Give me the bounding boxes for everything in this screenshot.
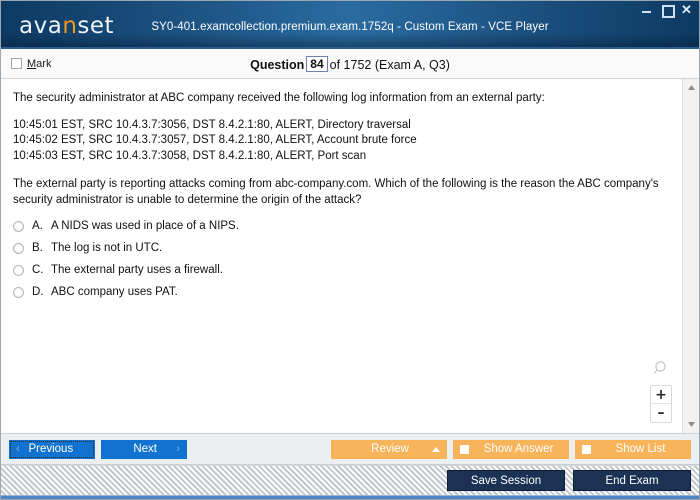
content-scrollbar[interactable] — [682, 79, 699, 433]
show-answer-square-icon — [460, 444, 469, 454]
answer-letter-a: A. — [32, 220, 43, 233]
window-controls: ✕ — [640, 3, 693, 18]
vce-player-window: avanset SY0-401.examcollection.premium.e… — [0, 0, 700, 500]
action-bar: ‹ Previous Next › Review Show Answer Sho… — [1, 434, 699, 465]
question-prompt-text: The external party is reporting attacks … — [13, 178, 659, 206]
review-button-label: Review — [371, 443, 409, 455]
review-button[interactable]: Review — [331, 439, 447, 459]
radio-button-b[interactable] — [13, 243, 24, 255]
answer-letter-b: B. — [32, 242, 43, 255]
show-answer-button[interactable]: Show Answer — [453, 439, 569, 459]
magnifier-icon[interactable] — [653, 360, 670, 382]
show-list-square-icon — [582, 444, 591, 454]
radio-button-a[interactable] — [13, 221, 24, 233]
question-counter: Question 84 of 1752 (Exam A, Q3) — [1, 55, 699, 72]
end-exam-button[interactable]: End Exam — [573, 470, 691, 491]
question-intro-text: The security administrator at ABC compan… — [13, 92, 545, 104]
answer-text-c: The external party uses a firewall. — [51, 264, 223, 277]
answer-text-d: ABC company uses PAT. — [51, 286, 178, 299]
answer-options-list: A. A NIDS was used in place of a NIPS. B… — [13, 220, 668, 299]
log-line: 10:45:02 EST, SRC 10.4.3.7:3057, DST 8.4… — [13, 134, 417, 147]
radio-button-d[interactable] — [13, 287, 24, 299]
answer-option-a[interactable]: A. A NIDS was used in place of a NIPS. — [13, 220, 668, 233]
mark-label-rest: ark — [36, 57, 52, 70]
log-line: 10:45:03 EST, SRC 10.4.3.7:3058, DST 8.4… — [13, 150, 367, 163]
save-session-button[interactable]: Save Session — [447, 470, 565, 491]
answer-text-a: A NIDS was used in place of a NIPS. — [51, 220, 239, 233]
zoom-in-button[interactable]: + — [651, 386, 671, 404]
next-button[interactable]: Next › — [101, 439, 187, 459]
status-bar: Save Session End Exam — [1, 465, 699, 495]
question-content-wrapper: The security administrator at ABC compan… — [1, 79, 699, 434]
bottom-accent-bar — [1, 495, 699, 499]
show-answer-button-label: Show Answer — [483, 443, 554, 455]
scroll-down-icon[interactable] — [684, 417, 699, 432]
question-counter-word: Question — [250, 57, 305, 72]
zoom-buttons-group: + – — [650, 385, 672, 423]
zoom-widget: + – — [648, 360, 674, 423]
question-number-input[interactable]: 84 — [306, 55, 328, 72]
maximize-icon[interactable] — [660, 3, 675, 18]
minimize-icon[interactable] — [640, 3, 653, 16]
question-counter-rest: of 1752 (Exam A, Q3) — [329, 57, 450, 72]
previous-button-label: Previous — [28, 443, 74, 455]
answer-letter-c: C. — [32, 264, 44, 277]
next-button-label: Next — [133, 443, 157, 455]
answer-option-c[interactable]: C. The external party uses a firewall. — [13, 264, 668, 277]
zoom-out-button[interactable]: – — [651, 404, 671, 422]
mark-checkbox-box[interactable] — [11, 58, 22, 69]
question-header-bar: Mark Question 84 of 1752 (Exam A, Q3) — [1, 49, 699, 79]
question-pane: The security administrator at ABC compan… — [1, 79, 682, 433]
answer-option-d[interactable]: D. ABC company uses PAT. — [13, 286, 668, 299]
scroll-track[interactable] — [684, 95, 699, 417]
answer-text-b: The log is not in UTC. — [51, 242, 163, 255]
mark-label-accel: M — [27, 57, 37, 70]
show-list-button[interactable]: Show List — [575, 439, 691, 459]
title-bar: avanset SY0-401.examcollection.premium.e… — [1, 1, 699, 49]
show-list-button-label: Show List — [615, 443, 666, 455]
next-chevron-icon: › — [176, 443, 180, 455]
mark-label: Mark — [27, 58, 51, 70]
radio-button-c[interactable] — [13, 265, 24, 277]
close-icon[interactable]: ✕ — [680, 3, 693, 16]
window-title: SY0-401.examcollection.premium.exam.1752… — [151, 21, 549, 33]
caret-up-icon — [432, 446, 440, 452]
log-block: 10:45:01 EST, SRC 10.4.3.7:3056, DST 8.4… — [13, 118, 668, 166]
log-line: 10:45:01 EST, SRC 10.4.3.7:3056, DST 8.4… — [13, 118, 411, 131]
answer-option-b[interactable]: B. The log is not in UTC. — [13, 242, 668, 255]
mark-question-checkbox[interactable]: Mark — [11, 58, 51, 70]
scroll-up-icon[interactable] — [684, 80, 699, 95]
answer-letter-d: D. — [32, 286, 44, 299]
previous-button[interactable]: ‹ Previous — [9, 439, 95, 459]
